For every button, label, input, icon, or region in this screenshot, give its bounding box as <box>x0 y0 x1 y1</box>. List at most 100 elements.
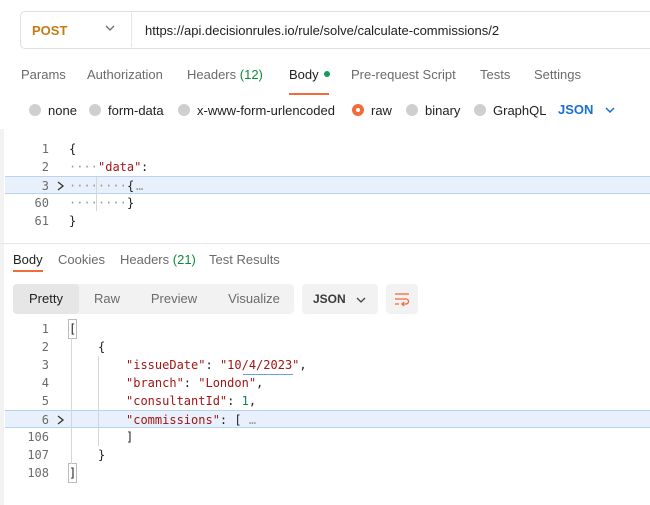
collapsed-ellipsis[interactable]: … <box>136 177 143 195</box>
line-number: 6 <box>41 413 49 427</box>
line-number: 4 <box>41 376 49 390</box>
radio-graphql[interactable]: GraphQL <box>474 102 546 118</box>
line-number: 3 <box>41 358 49 372</box>
chevron-right-icon[interactable] <box>56 415 65 425</box>
radio-urlencoded[interactable]: x-www-form-urlencoded <box>178 102 335 118</box>
code-token: { <box>69 142 77 156</box>
code-line: 108 ] <box>5 463 650 483</box>
json-value: "London" <box>198 376 257 390</box>
code-token: : <box>141 160 149 174</box>
json-entry: "consultantId": 1, <box>126 394 257 408</box>
tab-authorization[interactable]: Authorization <box>87 67 163 82</box>
code-token: } <box>98 448 106 462</box>
code-token: ] <box>126 430 134 444</box>
line-number: 1 <box>41 322 49 336</box>
radio-label: none <box>48 102 77 118</box>
chevron-down-icon[interactable] <box>104 22 116 34</box>
collapsed-ellipsis[interactable]: … <box>249 413 256 427</box>
tab-params[interactable]: Params <box>21 67 66 82</box>
code-line: 4 "branch": "London", <box>5 374 650 392</box>
line-number: 61 <box>34 214 49 228</box>
tab-body[interactable]: Body <box>289 67 330 82</box>
code-line: 1 { <box>5 140 650 158</box>
chevron-down-icon[interactable] <box>604 104 616 116</box>
indent-guide <box>96 177 97 211</box>
tab-prerequest-script[interactable]: Pre-request Script <box>351 67 456 82</box>
radio-label: form-data <box>108 102 164 118</box>
line-number: 108 <box>27 466 49 480</box>
left-gutter-bar <box>0 129 4 505</box>
response-headers-count: (21) <box>172 252 196 267</box>
tab-body-label: Body <box>289 67 319 82</box>
wrap-lines-button[interactable] <box>386 284 418 314</box>
radio-none[interactable]: none <box>29 102 77 118</box>
body-indicator-dot <box>323 71 330 77</box>
line-number: 3 <box>41 179 49 193</box>
code-token: [ <box>67 319 78 339</box>
code-line: 2 ···· "data" : <box>5 158 650 176</box>
line-number: 2 <box>41 340 49 354</box>
wrap-lines-icon <box>395 293 410 307</box>
json-entry: "branch": "London", <box>126 376 264 390</box>
chevron-right-icon[interactable] <box>56 181 65 191</box>
headers-count: (12) <box>239 67 263 82</box>
whitespace-dots: ········ <box>69 196 127 210</box>
view-preview-button[interactable]: Preview <box>141 284 207 314</box>
chevron-down-icon[interactable] <box>355 294 367 306</box>
code-line: 60 ········ } <box>5 194 650 212</box>
json-key: "issueDate" <box>126 358 206 372</box>
json-value: "10/4/2023" <box>219 358 300 372</box>
radio-icon <box>89 104 101 116</box>
json-value: 1 <box>241 394 249 408</box>
json-key: "consultantId" <box>126 394 228 408</box>
code-line-highlighted: 6 "commissions": [ … <box>5 410 650 428</box>
radio-raw[interactable]: raw <box>352 102 392 118</box>
code-token: } <box>127 196 135 210</box>
code-line: 106 ] <box>5 428 650 446</box>
line-number: 60 <box>34 196 49 210</box>
url-input[interactable]: https://api.decisionrules.io/rule/solve/… <box>145 23 499 38</box>
view-pretty-button[interactable]: Pretty <box>13 284 79 314</box>
view-raw-button[interactable]: Raw <box>83 284 131 314</box>
code-line: 107 } <box>5 446 650 464</box>
json-entry: "commissions": [ … <box>126 413 257 427</box>
line-number: 2 <box>41 160 49 174</box>
response-tab-test-results[interactable]: Test Results <box>209 252 280 267</box>
tab-settings[interactable]: Settings <box>534 67 581 82</box>
json-key: "data" <box>98 160 142 174</box>
code-line: 1 [ <box>5 319 650 339</box>
line-number: 106 <box>27 430 49 444</box>
code-line: 61 } <box>5 212 650 230</box>
response-tab-cookies[interactable]: Cookies <box>58 252 105 267</box>
radio-icon <box>474 104 486 116</box>
code-line: 3 "issueDate": "10/4/2023", <box>5 356 650 374</box>
tab-tests[interactable]: Tests <box>480 67 510 82</box>
body-format-select[interactable]: JSON <box>558 102 593 117</box>
radio-selected-icon <box>352 104 364 116</box>
radio-icon <box>406 104 418 116</box>
response-body-viewer[interactable]: 1 [ 2 { 3 "issueDate": "10/4/2023", 4 "b… <box>5 319 650 483</box>
radio-label: GraphQL <box>493 102 547 118</box>
view-visualize-button[interactable]: Visualize <box>218 284 290 314</box>
code-token: [ <box>234 413 242 427</box>
response-tab-headers[interactable]: Headers (21) <box>120 252 196 267</box>
radio-binary[interactable]: binary <box>406 102 460 118</box>
code-token: { <box>127 179 135 193</box>
response-tab-body[interactable]: Body <box>13 252 43 267</box>
code-line-highlighted: 3 ········ { … <box>5 176 650 194</box>
url-separator <box>131 13 132 47</box>
active-tab-underline <box>289 93 329 95</box>
request-body-editor[interactable]: 1 { 2 ···· "data" : 3 ········ { … 60 ··… <box>5 140 650 230</box>
code-token: } <box>69 214 77 228</box>
code-line: 5 "consultantId": 1, <box>5 392 650 410</box>
tab-headers[interactable]: Headers (12) <box>187 67 263 82</box>
active-tab-underline <box>13 270 43 272</box>
tab-headers-label: Headers <box>187 67 237 82</box>
radio-form-data[interactable]: form-data <box>89 102 164 118</box>
indent-guide <box>71 338 72 464</box>
response-format-label: JSON <box>313 292 346 306</box>
response-headers-label: Headers <box>120 252 170 267</box>
json-key: "commissions" <box>126 413 220 427</box>
method-select[interactable]: POST <box>32 23 67 38</box>
json-entry: "issueDate": "10/4/2023", <box>126 358 307 372</box>
